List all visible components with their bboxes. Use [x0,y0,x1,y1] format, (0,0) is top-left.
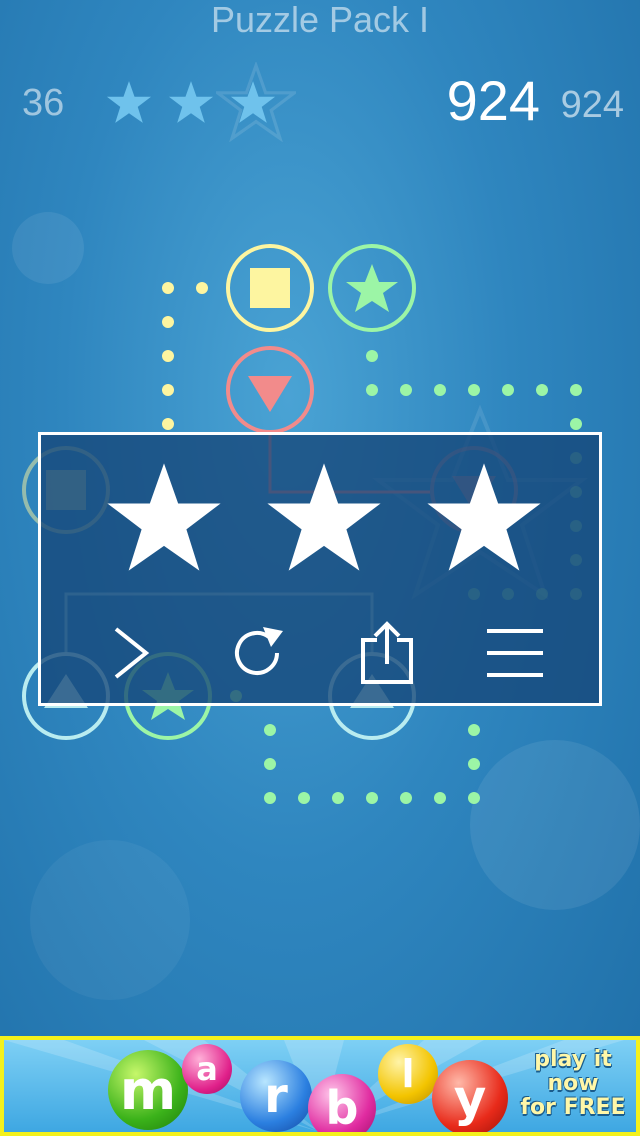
menu-button[interactable] [475,613,555,693]
logo-letter-a: a [182,1044,232,1094]
rating-star-icon [107,463,221,571]
logo-letter-m: m [108,1050,188,1130]
replay-icon [235,627,283,675]
logo-letter-l: l [378,1044,438,1104]
replay-button[interactable] [219,613,299,693]
logo-letter-y: y [432,1060,508,1132]
tile-yellow-square [226,244,314,332]
rating-star-icon [267,463,381,571]
level-complete-dialog [38,432,602,706]
share-button[interactable] [347,613,427,693]
menu-icon [487,629,543,677]
ad-banner[interactable]: m a r b l y play it now for FREE [0,1036,640,1136]
share-icon [361,621,413,684]
ad-cta-text: play it now for FREE [520,1047,626,1120]
logo-letter-b: b [308,1074,376,1132]
tile-green-star [328,244,416,332]
tile-red-triangle [226,346,314,434]
rating-star-icon [427,463,541,571]
logo-letter-r: r [240,1060,312,1132]
chevron-right-icon [114,627,150,679]
next-level-button[interactable] [91,613,171,693]
